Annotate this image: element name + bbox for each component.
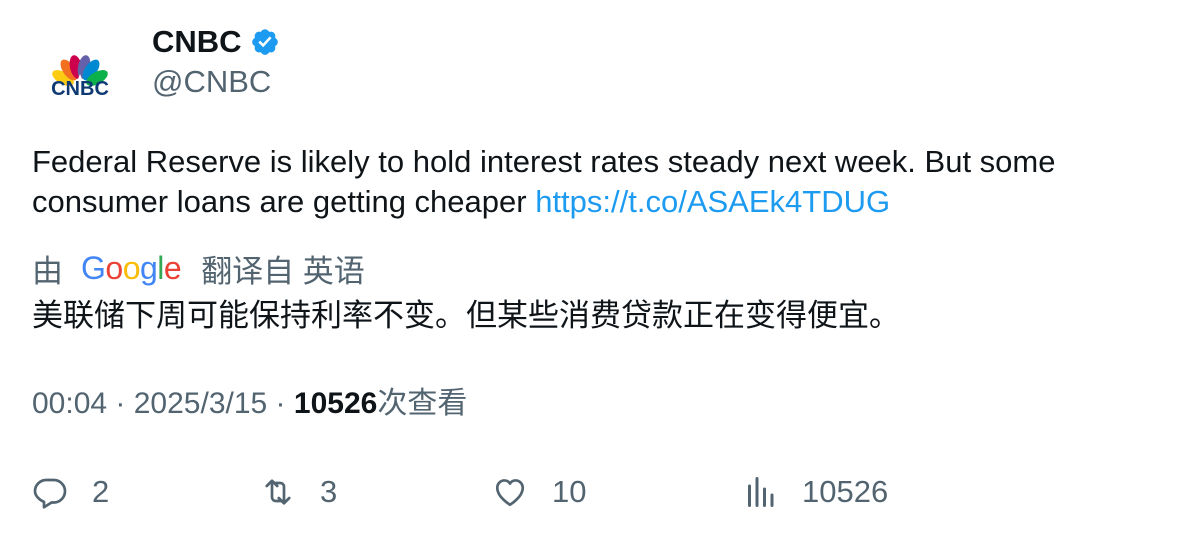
tweet-actions: 2 3 10 10526 [32, 468, 1152, 516]
meta-separator: · [107, 387, 134, 420]
heart-icon [495, 479, 525, 507]
reply-button[interactable]: 2 [32, 468, 109, 516]
views-count-action: 10526 [802, 474, 889, 509]
tweet-date[interactable]: 2025/3/15 [134, 387, 267, 420]
tweet-time[interactable]: 00:04 [32, 387, 107, 420]
tweet-link[interactable]: https://t.co/ASAEk4TDUG [535, 184, 890, 219]
author-name-row: CNBC [152, 22, 280, 62]
translated-tweet-text: 美联储下周可能保持利率不变。但某些消费贷款正在变得便宜。 [32, 298, 900, 333]
avatar[interactable]: CNBC [32, 28, 128, 124]
views-count: 10526 [293, 387, 378, 420]
retweet-icon [265, 479, 291, 505]
author-display-name[interactable]: CNBC [152, 22, 242, 62]
views-label: 次查看 [377, 387, 468, 420]
like-count: 10 [552, 474, 587, 509]
translation-suffix: 翻译自 英语 [201, 253, 365, 289]
author-handle[interactable]: @CNBC [152, 62, 271, 102]
like-button[interactable]: 10 [492, 468, 586, 516]
cnbc-peacock-logo-icon: CNBC [51, 55, 109, 100]
tweet-meta: 00:04 · 2025/3/15 · 10526次查看 [32, 384, 467, 424]
avatar-logo-text: CNBC [51, 78, 109, 100]
translation-attribution: 由 Google 翻译自 英语 [32, 246, 365, 290]
reply-count: 2 [92, 474, 110, 509]
reply-icon [33, 478, 67, 509]
retweet-button[interactable]: 3 [260, 468, 337, 516]
google-logo-icon[interactable]: Google [81, 250, 182, 287]
views-button[interactable]: 10526 [742, 468, 888, 516]
bar-chart-icon [748, 477, 774, 507]
retweet-count: 3 [320, 474, 338, 509]
tweet-text: Federal Reserve is likely to hold intere… [32, 142, 1142, 222]
meta-separator: · [267, 387, 294, 420]
verified-badge-icon[interactable] [250, 27, 280, 57]
translation-prefix: 由 [32, 253, 63, 289]
